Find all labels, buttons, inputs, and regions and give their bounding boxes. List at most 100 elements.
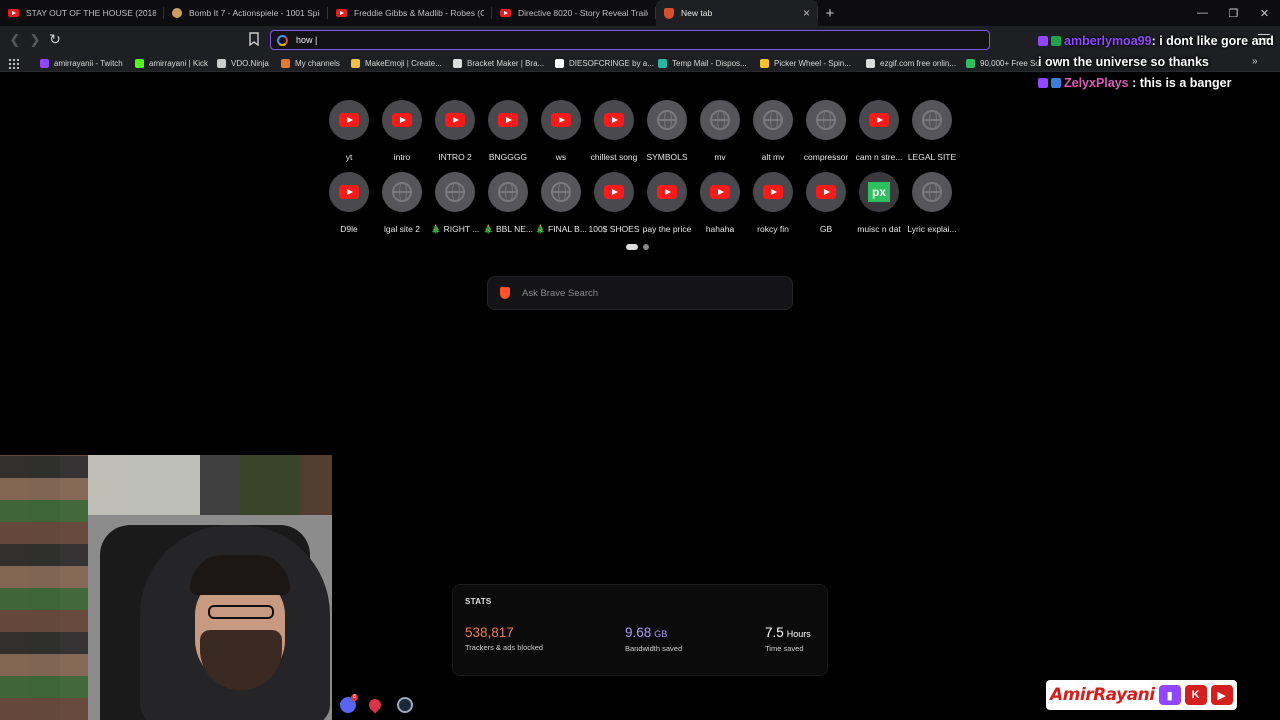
pagination-dots (626, 244, 649, 250)
shortcut-tile[interactable]: INTRO 2 (428, 100, 482, 164)
globe-icon (700, 100, 740, 140)
bookmark-item[interactable]: DIESOFCRINGE by a... (555, 57, 654, 69)
shortcut-tile[interactable]: Lyric explai... (905, 172, 959, 236)
bookmark-item[interactable]: amirrayani | Kick (135, 57, 208, 69)
youtube-icon (806, 172, 846, 212)
stat-value-row: 7.5 Hours (765, 625, 811, 642)
chat-text: : this is a banger (1132, 76, 1232, 90)
bookmark-favicon-icon (217, 58, 226, 68)
streamer-brand: AmirRayani ▮ K ▶ (1046, 680, 1237, 710)
glasses (208, 605, 274, 619)
shortcut-tile[interactable]: intro (375, 100, 429, 164)
globe-icon (806, 100, 846, 140)
wall-collage (0, 455, 88, 720)
bookmark-favicon-icon (135, 58, 144, 68)
shortcut-tile[interactable]: compressor (799, 100, 853, 164)
shortcut-tile[interactable]: GB (799, 172, 853, 236)
youtube-icon (329, 172, 369, 212)
brave-search-box[interactable]: Ask Brave Search (487, 276, 793, 310)
maximize-icon[interactable]: ❐ (1218, 0, 1249, 26)
youtube-icon (488, 100, 528, 140)
badge-icon (1051, 78, 1061, 88)
bookmark-item[interactable]: Temp Mail - Dispos... (658, 57, 747, 69)
stat-trackers: 538,817 Trackers & ads blocked (465, 625, 543, 652)
forward-icon[interactable]: ❯ (26, 31, 44, 49)
shortcut-label: LEGAL SITE (907, 152, 957, 162)
shortcut-tile[interactable]: alt mv (746, 100, 800, 164)
globe-icon (541, 172, 581, 212)
bookmark-item[interactable]: My channels (281, 57, 340, 69)
tab-title: Bomb It 7 - Actionspiele - 1001 Spiele (189, 8, 320, 18)
tab-strip: STAY OUT OF THE HOUSE (2018) - Te Bomb I… (0, 0, 1280, 26)
bookmark-label: VDO.Ninja (231, 58, 269, 68)
shortcut-tile[interactable]: rokcy fin (746, 172, 800, 236)
chat-username: amberlymoa99 (1064, 34, 1152, 48)
steam-icon[interactable] (397, 697, 413, 713)
address-input[interactable] (296, 35, 896, 45)
close-tab-icon[interactable]: × (803, 6, 810, 20)
bookmark-icon[interactable] (248, 32, 260, 46)
globe-icon (647, 100, 687, 140)
bookmark-favicon-icon (281, 58, 290, 68)
shortcut-tile[interactable]: hahaha (693, 172, 747, 236)
shortcut-tile[interactable]: LEGAL SITE (905, 100, 959, 164)
shortcut-tile[interactable]: BNGGGG (481, 100, 535, 164)
shortcut-tile[interactable]: px muisc n dat (852, 172, 906, 236)
bookmark-item[interactable]: Bracket Maker | Bra... (453, 57, 544, 69)
youtube-icon (859, 100, 899, 140)
address-bar[interactable] (270, 30, 990, 50)
shortcut-tile[interactable]: SYMBOLS (640, 100, 694, 164)
brand-name: AmirRayani (1050, 685, 1155, 705)
apps-grid-icon[interactable] (8, 58, 19, 69)
bookmark-item[interactable]: 90,000+ Free So (966, 57, 1040, 69)
bookmark-label: Temp Mail - Dispos... (672, 58, 747, 68)
tab-4[interactable]: Directive 8020 - Story Reveal Trailer | (492, 0, 656, 26)
bookmark-label: ezgif.com free onlin... (880, 58, 957, 68)
page-dot[interactable] (626, 244, 638, 250)
tab-new-tab[interactable]: New tab × (656, 0, 818, 26)
close-window-icon[interactable]: ✕ (1249, 0, 1280, 26)
shortcut-tile[interactable]: mv (693, 100, 747, 164)
badge-icon (1038, 78, 1048, 88)
bookmark-item[interactable]: Picker Wheel - Spin... (760, 57, 851, 69)
shortcut-tile[interactable]: D9le (322, 172, 376, 236)
minimize-icon[interactable]: — (1187, 0, 1218, 26)
tab-title: Freddie Gibbs & Madlib - Robes (Off (354, 8, 484, 18)
tab-2[interactable]: Bomb It 7 - Actionspiele - 1001 Spiele (164, 0, 328, 26)
shortcut-tile[interactable]: lgal site 2 (375, 172, 429, 236)
stat-value: 538,817 (465, 625, 514, 640)
stat-time: 7.5 Hours Time saved (765, 625, 811, 653)
shortcut-tile[interactable]: pay the price (640, 172, 694, 236)
bookmark-item[interactable]: ezgif.com free onlin... (866, 57, 956, 69)
shortcut-tile[interactable]: chillest song (587, 100, 641, 164)
globe-icon (912, 172, 952, 212)
shortcut-tile[interactable]: yt (322, 100, 376, 164)
bookmark-favicon-icon (40, 58, 49, 68)
tab-1[interactable]: STAY OUT OF THE HOUSE (2018) - Te (0, 0, 164, 26)
pin-app-icon[interactable] (366, 696, 384, 714)
page-dot[interactable] (643, 244, 649, 250)
bookmark-item[interactable]: MakeEmoji | Create... (351, 57, 442, 69)
shortcut-tile[interactable]: cam n stre... (852, 100, 906, 164)
shortcut-tile[interactable]: ws (534, 100, 588, 164)
shortcut-tile[interactable]: 100$ SHOES (587, 172, 641, 236)
stat-bandwidth: 9.68 GB Bandwidth saved (625, 625, 682, 653)
shortcut-tile[interactable]: 🎄 FINAL B... (534, 172, 588, 236)
youtube-icon (594, 172, 634, 212)
bookmark-item[interactable]: amirrayanii - Twitch (40, 57, 123, 69)
shortcut-tile[interactable]: 🎄 BBL NE... (481, 172, 535, 236)
shortcut-tile[interactable]: 🎄 RIGHT ... (428, 172, 482, 236)
window-controls: — ❐ ✕ (1187, 0, 1280, 26)
bookmark-item[interactable]: VDO.Ninja (217, 57, 269, 69)
tab-3[interactable]: Freddie Gibbs & Madlib - Robes (Off (328, 0, 492, 26)
bookmark-favicon-icon (658, 58, 667, 68)
youtube-icon (8, 9, 19, 17)
notification-badge: 8 (351, 694, 358, 701)
brave-icon (664, 7, 674, 19)
new-tab-button[interactable]: + (818, 0, 842, 26)
back-icon[interactable]: ❮ (6, 31, 24, 49)
tab-title: Directive 8020 - Story Reveal Trailer | (518, 8, 648, 18)
search-placeholder: Ask Brave Search (522, 287, 599, 299)
reload-icon[interactable]: ↻ (46, 30, 64, 48)
bookmark-favicon-icon (351, 58, 360, 68)
